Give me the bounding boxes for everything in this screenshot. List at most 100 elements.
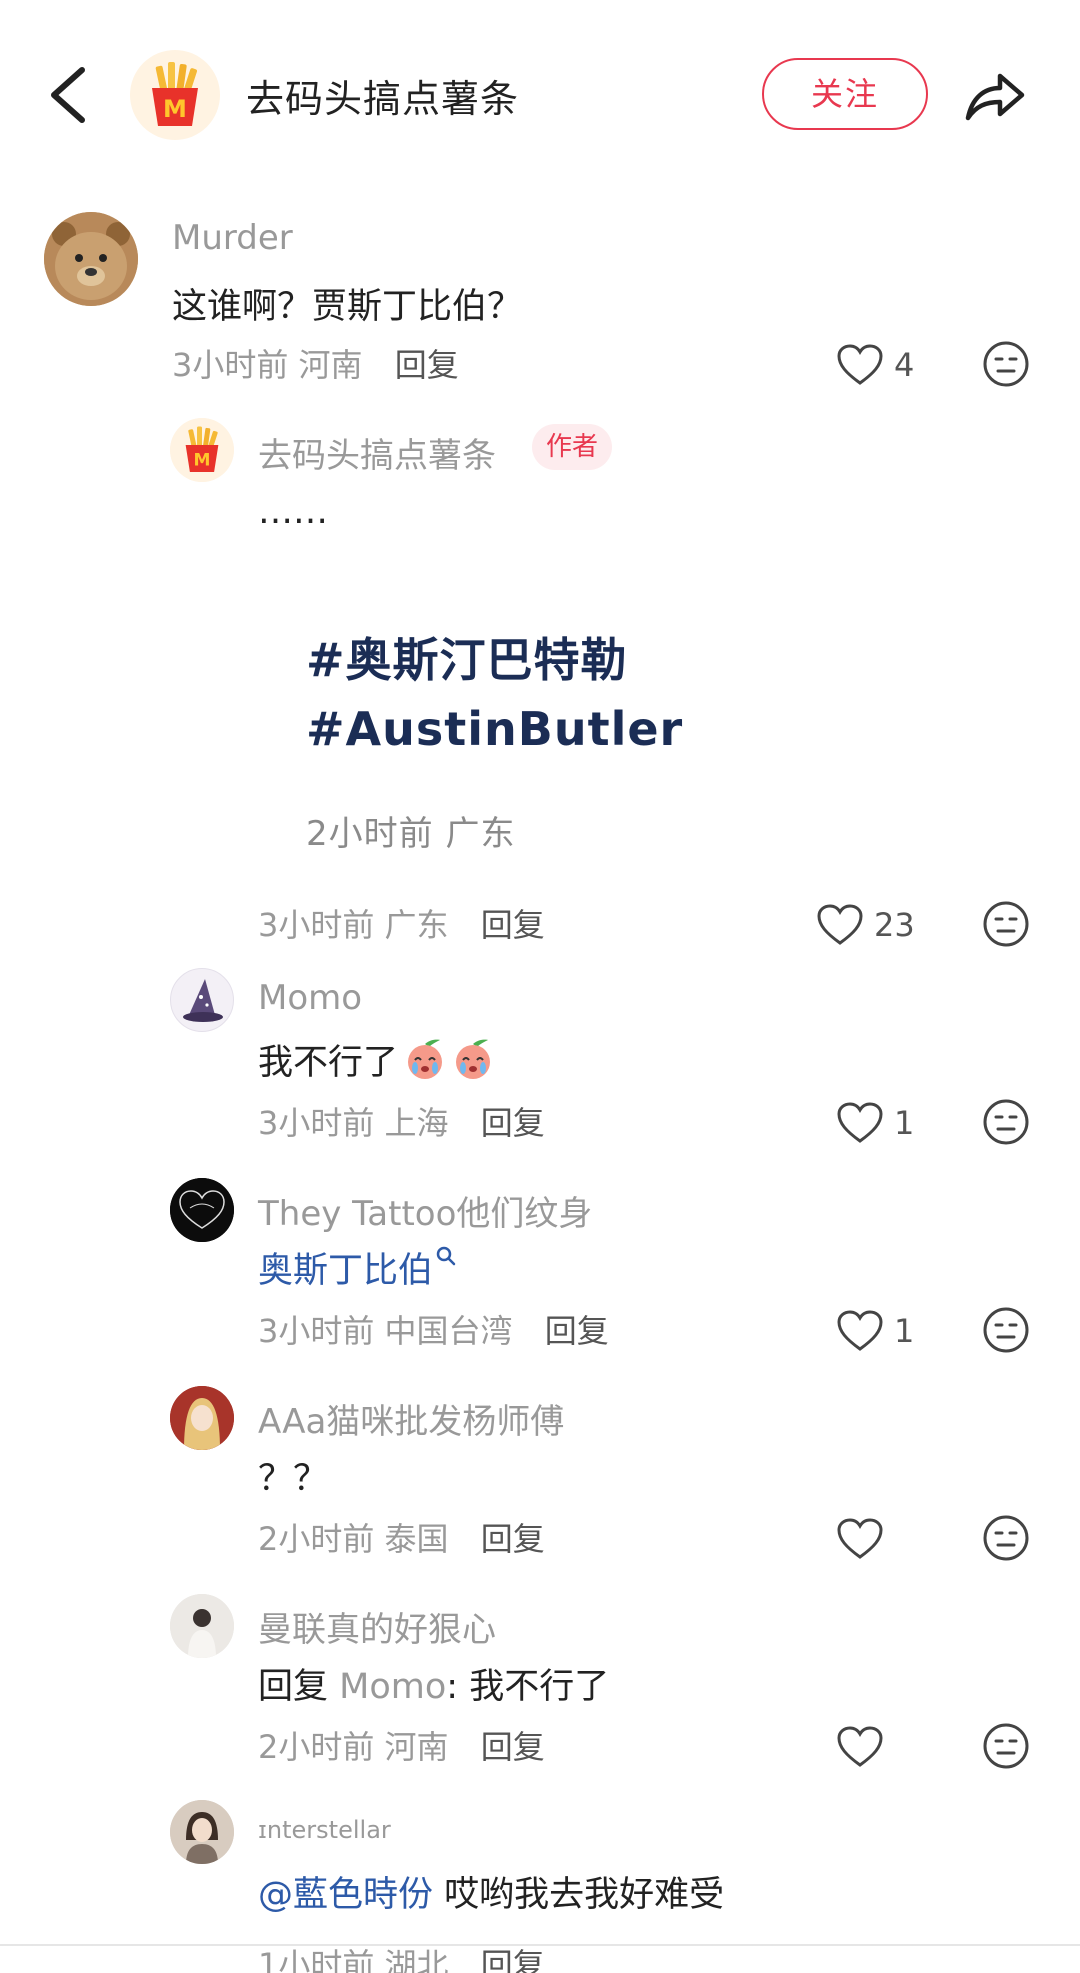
like-button[interactable]: 1 — [836, 1098, 914, 1148]
chevron-left-icon — [51, 67, 85, 123]
reply-text-row: 我不行了 — [258, 1034, 496, 1084]
reply-button[interactable]: 回复 — [481, 1104, 545, 1142]
neutral-face-icon[interactable] — [982, 1098, 1030, 1146]
heart-outline-icon — [837, 1726, 883, 1767]
like-button[interactable]: 1 — [836, 1306, 914, 1356]
reply-username[interactable]: 去码头搞点薯条 — [258, 428, 496, 477]
reply-meta: 1小时前 湖北 回复 — [258, 1946, 545, 1973]
reply-username[interactable]: ɪnterstellar — [258, 1816, 391, 1844]
avatar[interactable] — [170, 1178, 234, 1242]
heart-outline-icon — [817, 904, 863, 945]
like-count: 1 — [894, 1104, 915, 1142]
like-count: 1 — [894, 1312, 915, 1350]
avatar[interactable] — [170, 1800, 234, 1864]
reply-username[interactable]: They Tattoo他们纹身 — [258, 1186, 592, 1235]
reply-username[interactable]: AAa猫咪批发杨师傅 — [258, 1394, 564, 1443]
mention-link[interactable]: @藍色時份 — [258, 1875, 433, 1915]
reply-text: …… — [258, 492, 328, 532]
reply-location: 湖北 — [384, 1946, 449, 1973]
reply-text-link[interactable]: 奥斯丁比伯 — [258, 1242, 433, 1293]
person-photo-avatar-icon — [170, 1594, 234, 1658]
reply-location: 上海 — [384, 1104, 449, 1142]
reply-button[interactable]: 回复 — [545, 1312, 609, 1350]
reply-meta: 2小时前 泰国 回复 — [258, 1514, 545, 1560]
neutral-face-icon[interactable] — [982, 340, 1030, 388]
avatar[interactable] — [170, 1386, 234, 1450]
comment-username[interactable]: Murder — [172, 218, 293, 258]
reply-time: 2小时前 — [258, 1520, 375, 1558]
anime-girl-avatar-icon — [170, 1386, 234, 1450]
back-button[interactable] — [40, 60, 100, 130]
witch-hat-avatar-icon — [183, 979, 223, 1022]
follow-button[interactable]: 关注 — [762, 58, 928, 130]
reply-location: 河南 — [384, 1728, 449, 1766]
person-photo-avatar-icon — [170, 1800, 234, 1864]
neutral-face-icon[interactable] — [982, 1306, 1030, 1354]
reply-username[interactable]: Momo — [258, 978, 362, 1018]
tattoo-studio-logo-icon — [170, 1178, 234, 1242]
author-badge: 作者 — [532, 424, 613, 470]
reply-text: ？？ — [258, 1459, 329, 1499]
page-title: 去码头搞点薯条 — [246, 77, 520, 121]
reply-button[interactable]: 回复 — [481, 1520, 545, 1558]
reply-prefix: 回复 — [258, 1667, 329, 1707]
reply-location: 中国台湾 — [384, 1312, 513, 1350]
avatar[interactable] — [170, 1594, 234, 1658]
reply-button[interactable]: 回复 — [481, 1728, 545, 1766]
comment-time: 3小时前 — [172, 346, 289, 384]
reply-text: 回复 Momo: 我不行了 — [258, 1658, 609, 1709]
reply-button[interactable]: 回复 — [395, 346, 459, 384]
svg-text:M: M — [194, 451, 211, 471]
reply-location: 广东 — [384, 906, 449, 944]
reply-meta: 3小时前 上海 回复 — [258, 1098, 545, 1144]
like-button[interactable]: 23 — [816, 900, 915, 950]
comment-location: 河南 — [298, 346, 363, 384]
reply-time: 1小时前 — [258, 1946, 375, 1973]
like-button[interactable]: 4 — [836, 340, 914, 390]
fries-logo-icon: M — [130, 50, 220, 140]
svg-text:M: M — [163, 95, 187, 123]
reply-time: 2小时前 — [258, 1728, 375, 1766]
reply-body: : 我不行了 — [446, 1667, 610, 1707]
image-timestamp: 2小时前 广东 — [306, 814, 516, 854]
reply-text-row: 奥斯丁比伯 — [258, 1242, 457, 1292]
like-count: 4 — [894, 346, 915, 384]
neutral-face-icon[interactable] — [982, 1514, 1030, 1562]
heart-outline-icon — [837, 1518, 883, 1559]
comment-meta: 3小时前 河南 回复 — [172, 340, 459, 386]
top-bar: M 去码头搞点薯条 关注 — [0, 0, 1080, 190]
heart-outline-icon — [837, 344, 883, 385]
comment-page: { "header": { "title": "去码头搞点薯条", "follo… — [0, 0, 1080, 1973]
reply-time: 3小时前 — [258, 906, 375, 944]
reply-text: @藍色時份 哎哟我去我好难受 — [258, 1866, 724, 1917]
reply-target-user[interactable]: Momo — [339, 1667, 446, 1707]
share-button[interactable] — [962, 62, 1028, 128]
search-magnifier-icon[interactable] — [435, 1245, 457, 1267]
teddy-bear-avatar-icon — [44, 212, 138, 306]
neutral-face-icon[interactable] — [982, 1722, 1030, 1770]
neutral-face-icon[interactable] — [982, 900, 1030, 948]
cutoff-row: 1小时前 湖北 回复 — [0, 1946, 1080, 1973]
avatar[interactable]: M — [170, 418, 234, 482]
avatar[interactable] — [44, 212, 138, 306]
reply-button[interactable]: 回复 — [481, 906, 545, 944]
like-button[interactable] — [836, 1722, 894, 1772]
heart-outline-icon — [837, 1102, 883, 1143]
reply-text: 我不行了 — [258, 1042, 399, 1083]
reply-meta: 3小时前 广东 回复 — [258, 900, 545, 946]
divider — [0, 1944, 1080, 1946]
reply-location: 泰国 — [384, 1520, 449, 1558]
reply-time: 3小时前 — [258, 1312, 375, 1350]
reply-username[interactable]: 曼联真的好狠心 — [258, 1602, 496, 1651]
fries-logo-icon: M — [170, 418, 234, 482]
reply-body: 哎哟我去我好难受 — [444, 1875, 725, 1915]
image-hashtag-cn: #奥斯汀巴特勒 — [306, 633, 628, 687]
share-arrow-icon — [965, 73, 1025, 121]
like-count: 23 — [874, 906, 915, 944]
author-avatar[interactable]: M — [130, 50, 220, 140]
comment-text: 这谁啊？贾斯丁比伯？ — [172, 287, 523, 327]
reply-time: 3小时前 — [258, 1104, 375, 1142]
like-button[interactable] — [836, 1514, 894, 1564]
reply-button[interactable]: 回复 — [481, 1946, 545, 1973]
avatar[interactable] — [170, 968, 234, 1032]
